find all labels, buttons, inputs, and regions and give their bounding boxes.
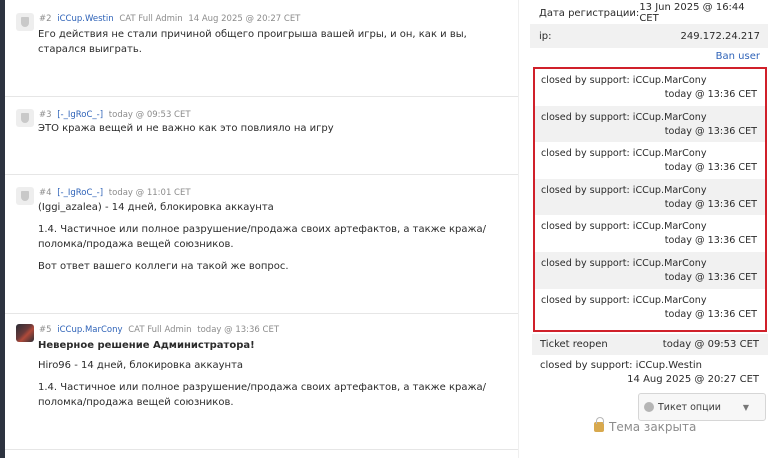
gear-icon: [644, 402, 654, 412]
post-item: #5 iCCup.MarCony CAT Full Admin today @ …: [5, 314, 518, 450]
registration-row: Дата регистрации: 13 Jun 2025 @ 16:44 CE…: [530, 1, 768, 25]
chevron-down-icon: ▼: [742, 402, 749, 412]
post-meta: #5 iCCup.MarCony CAT Full Admin today @ …: [39, 325, 279, 335]
ticket-options-label: Тикет опции: [658, 401, 721, 413]
history-text: closed by support: iCCup.MarCony: [541, 111, 707, 123]
history-entry: closed by support: iCCup.MarCony today @…: [535, 142, 765, 179]
post-paragraph: 1.4. Частичное или полное разрушение/про…: [38, 224, 486, 250]
author-link[interactable]: [-_IgRoC_-]: [57, 188, 103, 198]
history-time: today @ 13:36 CET: [664, 198, 757, 210]
avatar[interactable]: [16, 187, 34, 205]
author-role: CAT Full Admin: [119, 14, 183, 24]
post-item: #2 iCCup.Westin CAT Full Admin 14 Aug 20…: [5, 0, 518, 97]
history-time: today @ 13:36 CET: [664, 162, 757, 174]
history-entry: closed by support: iCCup.MarCony today @…: [535, 215, 765, 252]
post-paragraph: 1.4. Частичное или полное разрушение/про…: [38, 382, 486, 408]
post-number[interactable]: #2: [39, 14, 52, 24]
lock-icon: [594, 417, 604, 432]
history-time: today @ 13:36 CET: [664, 125, 757, 137]
history-text: closed by support: iCCup.MarCony: [541, 221, 707, 233]
post-title: Неверное решение Администратора!: [38, 338, 508, 353]
shield-icon: [21, 17, 29, 27]
column-divider: [518, 0, 519, 458]
shield-icon: [21, 191, 29, 201]
author-role: CAT Full Admin: [128, 325, 192, 335]
author-link[interactable]: iCCup.MarCony: [57, 325, 122, 335]
post-time: today @ 11:01 CET: [108, 188, 191, 198]
history-text: closed by support: iCCup.MarCony: [541, 258, 707, 269]
post-time: 14 Aug 2025 @ 20:27 CET: [188, 14, 301, 24]
post-body: Неверное решение Администратора! Hiro96 …: [38, 338, 508, 417]
history-text: closed by support: iCCup.Westin: [540, 360, 702, 371]
post-meta: #4 [-_IgRoC_-] today @ 11:01 CET: [39, 188, 191, 198]
shield-icon: [21, 113, 29, 123]
post-item: #4 [-_IgRoC_-] today @ 11:01 CET (Iggi_a…: [5, 175, 518, 314]
post-time: today @ 09:53 CET: [108, 110, 191, 120]
post-meta: #3 [-_IgRoC_-] today @ 09:53 CET: [39, 110, 191, 120]
history-time: 14 Aug 2025 @ 20:27 CET: [627, 374, 759, 385]
history-time: today @ 13:36 CET: [664, 235, 757, 247]
post-number[interactable]: #3: [39, 110, 52, 120]
history-entry: closed by support: iCCup.MarCony today @…: [535, 178, 765, 216]
closed-history-highlight: closed by support: iCCup.MarCony today @…: [533, 67, 767, 332]
post-paragraph: (Iggi_azalea) - 14 дней, блокировка акка…: [38, 202, 274, 213]
post-paragraph: Hiro96 - 14 дней, блокировка аккаунта: [38, 360, 244, 371]
post-body: (Iggi_azalea) - 14 дней, блокировка акка…: [38, 200, 508, 281]
history-entry: closed by support: iCCup.MarCony today @…: [535, 252, 765, 289]
history-entry-westin: closed by support: iCCup.Westin 14 Aug 2…: [532, 359, 768, 389]
history-text: closed by support: iCCup.MarCony: [541, 294, 707, 306]
author-link[interactable]: [-_IgRoC_-]: [57, 110, 103, 120]
post-title-text: Неверное решение Администратора!: [38, 340, 255, 351]
history-text: closed by support: iCCup.MarCony: [541, 148, 707, 160]
post-number[interactable]: #4: [39, 188, 52, 198]
history-time: today @ 13:36 CET: [664, 89, 757, 100]
post-paragraph: ЭТО кража вещей и не важно как это повли…: [38, 123, 334, 134]
history-text: closed by support: iCCup.MarCony: [541, 75, 707, 86]
history-time: today @ 13:36 CET: [664, 308, 757, 320]
history-text: Ticket reopen: [540, 338, 608, 350]
post-time: today @ 13:36 CET: [197, 325, 280, 335]
ban-user-link[interactable]: Ban user: [716, 51, 760, 62]
history-entry-reopen: Ticket reopen today @ 09:53 CET: [532, 334, 768, 355]
post-paragraph: Вот ответ вашего коллеги на такой же воп…: [38, 261, 289, 272]
author-link[interactable]: iCCup.Westin: [57, 14, 113, 24]
registration-value: 13 Jun 2025 @ 16:44 CET: [639, 2, 745, 24]
post-number[interactable]: #5: [39, 325, 52, 335]
history-entry: closed by support: iCCup.MarCony today @…: [535, 105, 765, 143]
avatar[interactable]: [16, 109, 34, 127]
history-time: today @ 09:53 CET: [662, 338, 759, 350]
post-paragraph: Его действия не стали причиной общего пр…: [38, 29, 467, 55]
registration-label: Дата регистрации:: [539, 7, 640, 19]
ip-value: 249.172.24.217: [680, 30, 760, 42]
post-item: #3 [-_IgRoC_-] today @ 09:53 CET ЭТО кра…: [5, 97, 518, 175]
history-time: today @ 13:36 CET: [664, 272, 757, 283]
post-body: Его действия не стали причиной общего пр…: [38, 27, 508, 64]
history-text: closed by support: iCCup.MarCony: [541, 184, 707, 196]
post-meta: #2 iCCup.Westin CAT Full Admin 14 Aug 20…: [39, 14, 300, 24]
topic-closed-label: Тема закрыта: [609, 420, 697, 434]
post-body: ЭТО кража вещей и не важно как это повли…: [38, 121, 508, 143]
topic-closed-status: Тема закрыта: [594, 417, 697, 434]
ticket-options-select[interactable]: Тикет опции ▼: [638, 393, 766, 421]
avatar[interactable]: [16, 324, 34, 342]
posts-list: #2 iCCup.Westin CAT Full Admin 14 Aug 20…: [5, 0, 518, 458]
history-entry: closed by support: iCCup.MarCony today @…: [535, 69, 765, 106]
ip-label: ip:: [539, 30, 552, 42]
history-entry: closed by support: iCCup.MarCony today @…: [535, 289, 765, 326]
ip-row: ip: 249.172.24.217: [530, 24, 768, 48]
avatar[interactable]: [16, 13, 34, 31]
